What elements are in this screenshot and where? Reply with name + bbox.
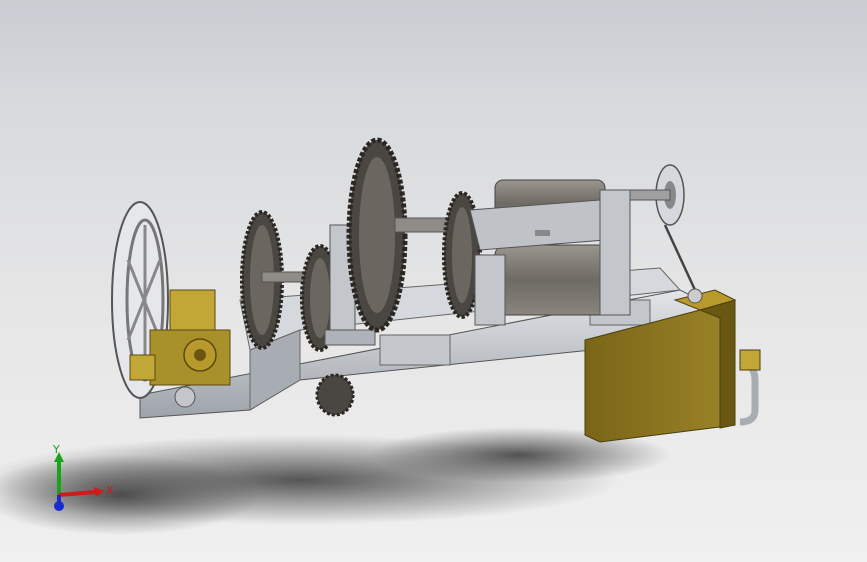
x-axis-label: X xyxy=(106,484,114,497)
x-axis-arrow xyxy=(94,487,104,497)
motor-assembly[interactable] xyxy=(469,179,631,326)
z-axis-dot xyxy=(54,501,64,511)
model-view[interactable] xyxy=(0,0,867,562)
graphics-viewport[interactable]: Y X xyxy=(0,0,867,562)
x-axis-line xyxy=(58,490,97,497)
gear-large[interactable] xyxy=(346,137,408,333)
coordinate-triad: Y X xyxy=(34,440,124,520)
gear-lower[interactable] xyxy=(315,373,355,417)
y-axis-label: Y xyxy=(52,443,60,456)
